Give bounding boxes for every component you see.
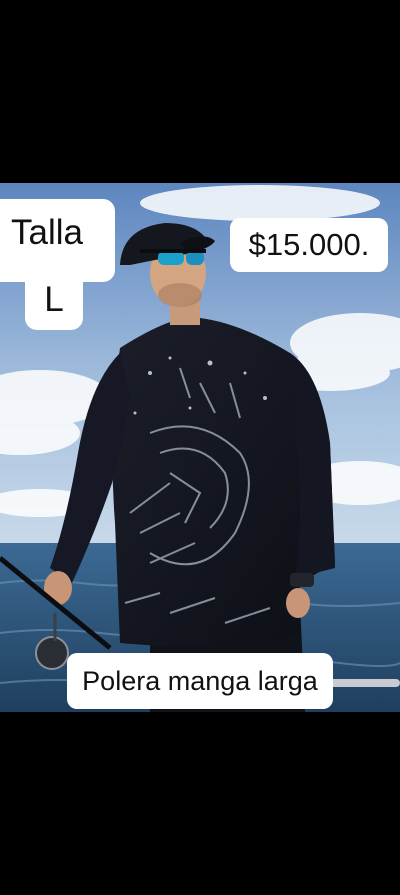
beard [158, 283, 202, 307]
size-value-sticker: L [25, 270, 83, 330]
sunglasses-left [158, 251, 184, 265]
sunglasses-right [186, 251, 204, 265]
right-hand [286, 588, 310, 618]
caption-sticker: Polera manga larga [67, 653, 333, 709]
price-sticker: $15.000. [230, 218, 388, 272]
watch [290, 573, 314, 587]
sunglasses-frame [140, 249, 206, 253]
